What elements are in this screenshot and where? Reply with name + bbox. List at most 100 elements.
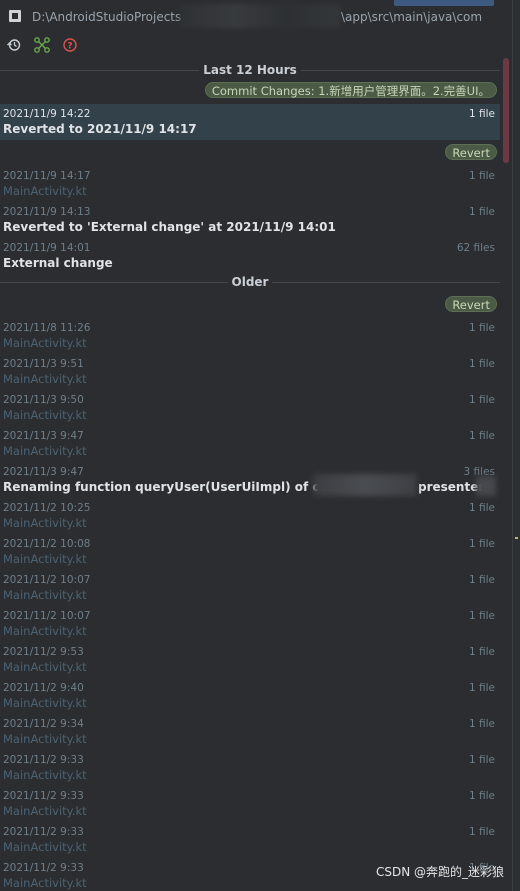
history-row[interactable]: 2021/11/3 9:47 3 files Renaming function…	[0, 462, 500, 498]
row-date: 2021/11/2 10:08	[3, 538, 91, 550]
row-date: 2021/11/2 9:33	[3, 862, 84, 874]
row-date: 2021/11/2 9:53	[3, 646, 84, 658]
row-date: 2021/11/8 11:26	[3, 322, 91, 334]
row-date: 2021/11/2 10:25	[3, 502, 91, 514]
history-row[interactable]: 2021/11/9 14:17 1 file MainActivity.kt	[0, 166, 500, 202]
row-file-name: MainActivity.kt	[3, 768, 87, 782]
row-file-name: MainActivity.kt	[3, 588, 87, 602]
section-older: Older	[0, 271, 500, 293]
section-label: Last 12 Hours	[199, 63, 301, 77]
side-strip	[512, 0, 520, 891]
row-file-count: 1 file	[468, 754, 495, 766]
row-file-name: MainActivity.kt	[3, 372, 87, 386]
row-file-count: 1 file	[468, 646, 495, 658]
row-title: External change	[3, 256, 113, 270]
local-history-list: Last 12 Hours Commit Changes: 1.新增用户管理界面…	[0, 58, 503, 891]
row-file-count: 1 file	[468, 610, 495, 622]
history-row[interactable]: 2021/11/3 9:50 1 file MainActivity.kt	[0, 390, 500, 426]
history-row[interactable]: 2021/11/9 14:13 1 file Reverted to 'Exte…	[0, 202, 500, 238]
svg-text:?: ?	[67, 42, 72, 52]
section-label: Older	[227, 275, 273, 289]
row-title-suffix: presenter	[418, 480, 485, 494]
history-row[interactable]: 2021/11/2 9:33 1 file MainActivity.kt	[0, 822, 500, 858]
row-file-name: MainActivity.kt	[3, 552, 87, 566]
history-row[interactable]: 2021/11/9 14:01 62 files External change	[0, 238, 500, 274]
row-file-count: 1 file	[468, 394, 495, 406]
row-file-count: 1 file	[468, 574, 495, 586]
row-date: 2021/11/9 14:17	[3, 170, 91, 182]
row-file-name: MainActivity.kt	[3, 516, 87, 530]
row-date: 2021/11/2 10:07	[3, 610, 91, 622]
history-row[interactable]: 2021/11/2 9:33 1 file MainActivity.kt	[0, 786, 500, 822]
redacted-text	[313, 474, 417, 496]
row-date: 2021/11/2 9:33	[3, 790, 84, 802]
row-file-count: 1 file	[468, 682, 495, 694]
row-title: Renaming function queryUser(UserUiImpl) …	[3, 480, 341, 494]
row-file-count: 1 file	[468, 790, 495, 802]
row-file-name: MainActivity.kt	[3, 660, 87, 674]
marker	[515, 537, 518, 539]
row-file-count: 1 file	[468, 206, 495, 218]
history-icon[interactable]	[5, 36, 23, 54]
section-last-12-hours: Last 12 Hours	[0, 59, 500, 81]
row-date: 2021/11/2 9:40	[3, 682, 84, 694]
history-row[interactable]: 2021/11/2 9:53 1 file MainActivity.kt	[0, 642, 500, 678]
row-file-name: MainActivity.kt	[3, 624, 87, 638]
row-file-name: MainActivity.kt	[3, 444, 87, 458]
row-date: 2021/11/9 14:13	[3, 206, 91, 218]
path-right: \app\src\main\java\com	[341, 10, 483, 24]
row-date: 2021/11/3 9:51	[3, 358, 84, 370]
row-file-count: 1 file	[468, 108, 495, 120]
row-title: Reverted to 'External change' at 2021/11…	[3, 220, 336, 234]
row-date: 2021/11/2 10:07	[3, 574, 91, 586]
row-file-name: MainActivity.kt	[3, 840, 87, 854]
revert-tag: Revert	[445, 296, 497, 312]
history-row[interactable]: 2021/11/2 9:40 1 file MainActivity.kt	[0, 678, 500, 714]
row-file-count: 1 file	[468, 718, 495, 730]
row-date: 2021/11/2 9:34	[3, 718, 84, 730]
row-title: Reverted to 2021/11/9 14:17	[3, 122, 197, 136]
redacted-path	[180, 4, 340, 28]
row-file-count: 1 file	[468, 170, 495, 182]
history-row[interactable]: 2021/11/2 10:08 1 file MainActivity.kt	[0, 534, 500, 570]
row-file-name: MainActivity.kt	[3, 732, 87, 746]
history-row[interactable]: 2021/11/2 9:34 1 file MainActivity.kt	[0, 714, 500, 750]
history-row[interactable]: 2021/11/2 9:33 1 file MainActivity.kt	[0, 750, 500, 786]
tab-indicator	[394, 0, 494, 6]
help-icon[interactable]: ?	[61, 36, 79, 54]
row-date: 2021/11/3 9:47	[3, 466, 84, 478]
row-file-count: 1 file	[468, 538, 495, 550]
row-file-name: MainActivity.kt	[3, 876, 87, 890]
row-file-name: MainActivity.kt	[3, 184, 87, 198]
history-row[interactable]: 2021/11/8 11:26 1 file MainActivity.kt	[0, 318, 500, 354]
redacted-text	[476, 476, 496, 496]
history-row[interactable]: 2021/11/2 10:07 1 file MainActivity.kt	[0, 606, 500, 642]
app-icon	[9, 10, 21, 22]
row-file-name: MainActivity.kt	[3, 804, 87, 818]
row-date: 2021/11/2 9:33	[3, 826, 84, 838]
history-row[interactable]: 2021/11/2 10:07 1 file MainActivity.kt	[0, 570, 500, 606]
history-row[interactable]: 2021/11/2 10:25 1 file MainActivity.kt	[0, 498, 500, 534]
path-left: D:\AndroidStudioProjects	[32, 10, 182, 24]
commit-label-tag: Commit Changes: 1.新增用户管理界面。2.完善UI。	[204, 82, 497, 98]
row-file-count: 1 file	[468, 430, 495, 442]
row-file-count: 1 file	[468, 322, 495, 334]
row-file-count: 1 file	[468, 358, 495, 370]
history-row[interactable]: 2021/11/3 9:51 1 file MainActivity.kt	[0, 354, 500, 390]
row-date: 2021/11/9 14:01	[3, 242, 91, 254]
revert-tag: Revert	[445, 144, 497, 160]
row-file-name: MainActivity.kt	[3, 696, 87, 710]
row-date: 2021/11/3 9:47	[3, 430, 84, 442]
title-bar: D:\AndroidStudioProjects \app\src\main\j…	[0, 0, 520, 32]
history-row[interactable]: 2021/11/9 14:22 1 file Reverted to 2021/…	[0, 104, 500, 140]
history-row[interactable]: 2021/11/3 9:47 1 file MainActivity.kt	[0, 426, 500, 462]
row-date: 2021/11/2 9:33	[3, 754, 84, 766]
row-file-name: MainActivity.kt	[3, 336, 87, 350]
watermark: CSDN @奔跑的_迷彩狼	[375, 865, 504, 879]
row-file-count: 1 file	[468, 826, 495, 838]
row-file-count: 62 files	[456, 242, 495, 254]
row-file-count: 1 file	[468, 502, 495, 514]
branch-compare-icon[interactable]	[33, 36, 51, 54]
row-date: 2021/11/9 14:22	[3, 108, 91, 120]
vertical-scrollbar[interactable]	[503, 58, 509, 163]
